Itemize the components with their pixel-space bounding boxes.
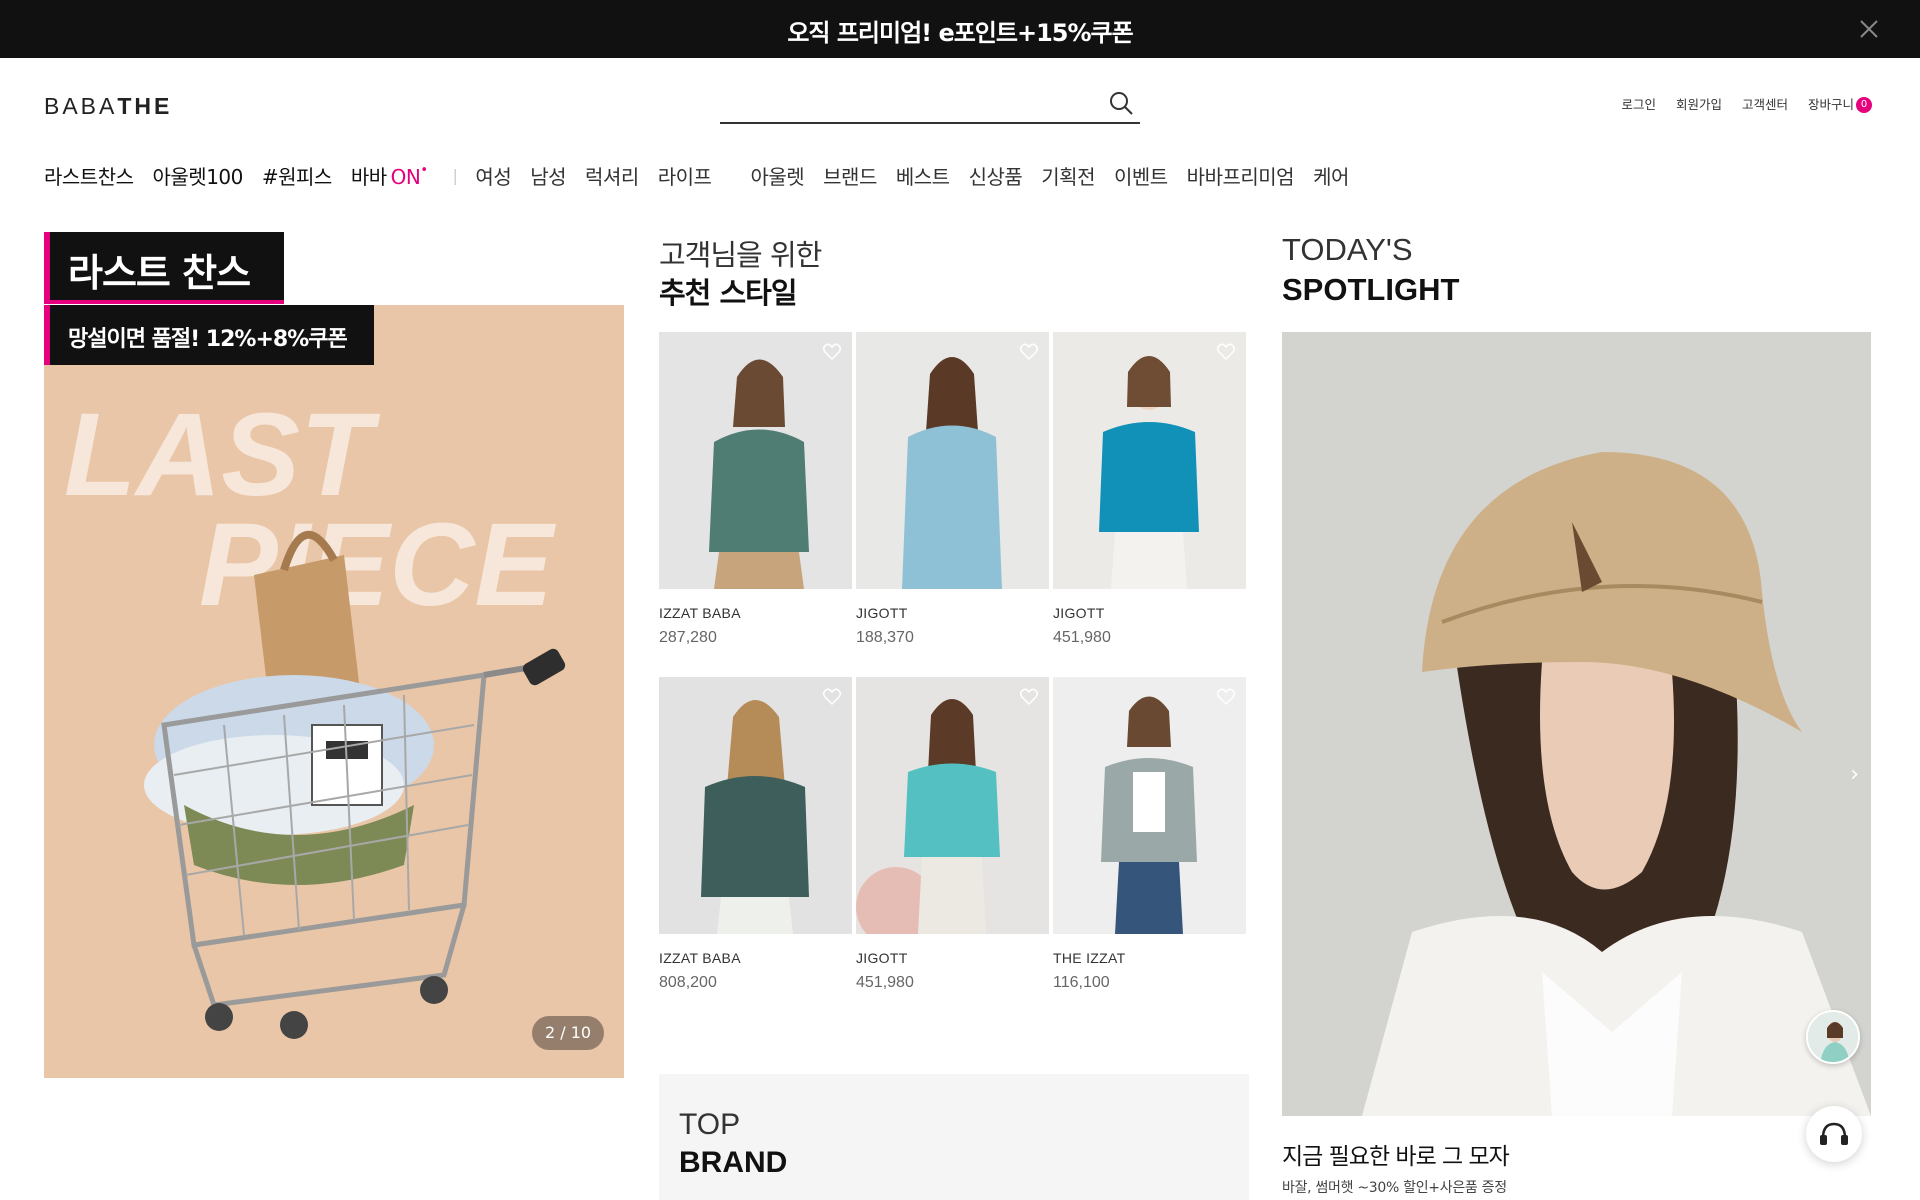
heart-icon[interactable]: [1216, 687, 1236, 707]
model-bucket-hat-image: [1282, 332, 1871, 1116]
slide-counter-total: 10: [570, 1023, 592, 1042]
model-jacket-image: [659, 677, 852, 934]
logo-part-b: THE: [117, 93, 173, 119]
last-chance-banner-image[interactable]: LAST PIECE 2 / 10: [44, 305, 624, 1078]
product-price: 451,980: [1053, 629, 1111, 646]
heart-icon[interactable]: [822, 687, 842, 707]
nav-item-best[interactable]: 베스트: [896, 161, 950, 190]
recent-view-avatar[interactable]: [1806, 1010, 1860, 1064]
spotlight-heading-light: TODAY'S: [1282, 232, 1413, 267]
customer-center-link[interactable]: 고객센터: [1742, 94, 1788, 113]
product-image[interactable]: [1053, 677, 1246, 934]
top-brand-section: TOP BRAND: [659, 1074, 1249, 1200]
nav-item-last-chance[interactable]: 라스트찬스: [44, 161, 134, 190]
shopping-cart-illustration: LAST PIECE: [44, 305, 624, 1078]
cart-link[interactable]: 장바구니 0: [1808, 94, 1872, 113]
recommend-heading-bold: 추천 스타일: [659, 276, 797, 310]
nav-item-women[interactable]: 여성: [475, 161, 511, 190]
nav-item-onepiece[interactable]: #원피스: [262, 161, 332, 190]
nav-item-outlet100[interactable]: 아울렛100: [153, 161, 244, 190]
banner-word-piece: PIECE: [199, 499, 556, 631]
spotlight-heading-bold: SPOTLIGHT: [1282, 272, 1460, 307]
nav-item-men[interactable]: 남성: [530, 161, 566, 190]
slide-counter: 2 / 10: [532, 1016, 604, 1050]
new-dot-icon: •: [420, 162, 428, 178]
nav-item-event[interactable]: 이벤트: [1114, 161, 1168, 190]
heart-icon[interactable]: [1216, 342, 1236, 362]
product-card[interactable]: THE IZZAT 116,100: [1053, 677, 1246, 992]
last-chance-tag: 라스트 찬스: [44, 232, 284, 304]
product-brand: JIGOTT: [1053, 605, 1105, 621]
nav-item-new[interactable]: 신상품: [969, 161, 1023, 190]
top-brand-heading-light: TOP: [679, 1108, 741, 1141]
product-price: 116,100: [1053, 974, 1110, 991]
search-icon[interactable]: [1108, 90, 1134, 116]
customer-service-button[interactable]: [1806, 1106, 1862, 1162]
headset-icon: [1820, 1122, 1848, 1145]
model-jacket-image: [856, 332, 1049, 589]
recommend-heading-light: 고객님을 위한: [659, 238, 822, 272]
nav-item-baba-on[interactable]: 바바 ON•: [351, 161, 428, 190]
top-brand-heading-bold: BRAND: [679, 1146, 788, 1179]
model-jacket-image: [856, 677, 1049, 934]
logo[interactable]: BABATHE: [44, 93, 172, 120]
nav-item-exhibition[interactable]: 기획전: [1041, 161, 1095, 190]
product-image[interactable]: [659, 332, 852, 589]
main-nav: 라스트찬스 아울렛100 #원피스 바바 ON• | 여성 남성 럭셔리 라이프 …: [44, 160, 1368, 190]
product-brand: JIGOTT: [856, 950, 908, 966]
product-image[interactable]: [856, 677, 1049, 934]
product-card[interactable]: IZZAT BABA 287,280: [659, 332, 852, 647]
close-icon[interactable]: [1858, 18, 1880, 40]
product-image[interactable]: [659, 677, 852, 934]
promo-text[interactable]: 오직 프리미엄! e포인트+15%쿠폰: [0, 13, 1920, 48]
cart-count-badge: 0: [1856, 97, 1872, 113]
join-link[interactable]: 회원가입: [1676, 94, 1722, 113]
product-brand: THE IZZAT: [1053, 950, 1126, 966]
next-arrow-icon[interactable]: ›: [1850, 762, 1859, 787]
login-link[interactable]: 로그인: [1621, 94, 1656, 113]
product-image[interactable]: [1053, 332, 1246, 589]
logo-part-a: BABA: [44, 93, 118, 119]
nav-item-brand[interactable]: 브랜드: [823, 161, 877, 190]
product-brand: JIGOTT: [856, 605, 908, 621]
model-jacket-image: [1053, 332, 1246, 589]
nav-item-outlet[interactable]: 아울렛: [750, 161, 804, 190]
product-card[interactable]: JIGOTT 188,370: [856, 332, 1049, 647]
product-brand: IZZAT BABA: [659, 950, 741, 966]
nav-item-care[interactable]: 케어: [1313, 161, 1349, 190]
spotlight-title[interactable]: 지금 필요한 바로 그 모자: [1282, 1137, 1510, 1171]
nav-divider: |: [452, 165, 458, 185]
model-jacket-image: [659, 332, 852, 589]
slide-counter-current: 2: [544, 1023, 556, 1042]
nav-baba-label: 바바: [350, 164, 387, 189]
product-card[interactable]: IZZAT BABA 808,200: [659, 677, 852, 992]
nav-item-life[interactable]: 라이프: [658, 161, 712, 190]
product-image[interactable]: [856, 332, 1049, 589]
slide-counter-separator: /: [555, 1023, 571, 1042]
last-chance-subtitle: 망설이면 품절! 12%+8%쿠폰: [44, 305, 374, 365]
nav-item-luxury[interactable]: 럭셔리: [585, 161, 639, 190]
promo-bar: 오직 프리미엄! e포인트+15%쿠폰: [0, 0, 1920, 58]
heart-icon[interactable]: [1019, 687, 1039, 707]
heart-icon[interactable]: [1019, 342, 1039, 362]
cart-label: 장바구니: [1807, 97, 1854, 112]
spotlight-image[interactable]: ›: [1282, 332, 1871, 1116]
nav-item-premium[interactable]: 바바프리미엄: [1187, 161, 1295, 190]
search-bar: [720, 86, 1140, 124]
product-card[interactable]: JIGOTT 451,980: [856, 677, 1049, 992]
spotlight-description: 바잘, 썸머햇 ~30% 할인+사은품 증정: [1282, 1180, 1507, 1196]
product-price: 451,980: [856, 974, 914, 991]
product-price: 808,200: [659, 974, 717, 991]
search-input[interactable]: [720, 86, 1090, 122]
product-card[interactable]: JIGOTT 451,980: [1053, 332, 1246, 647]
product-price: 188,370: [856, 629, 914, 646]
product-brand: IZZAT BABA: [659, 605, 741, 621]
nav-on-label: ON: [390, 164, 421, 189]
product-price: 287,280: [659, 629, 717, 646]
utility-menu: 로그인 회원가입 고객센터 장바구니 0: [1621, 94, 1872, 113]
model-jacket-image: [1053, 677, 1246, 934]
heart-icon[interactable]: [822, 342, 842, 362]
